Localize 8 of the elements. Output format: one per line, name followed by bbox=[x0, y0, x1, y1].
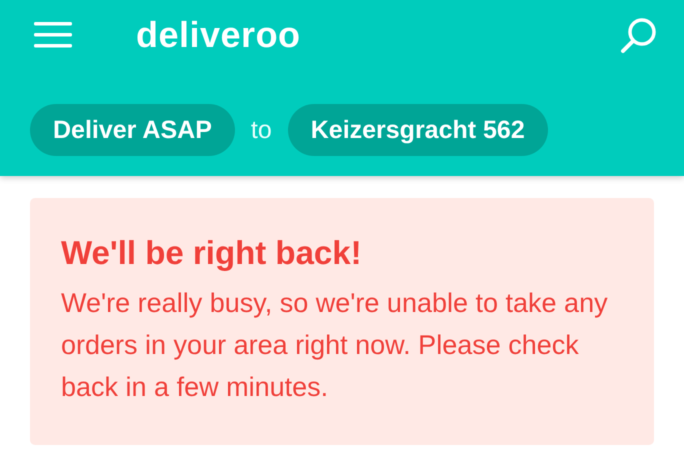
menu-icon[interactable] bbox=[34, 22, 72, 48]
logo[interactable]: deliveroo bbox=[136, 14, 301, 56]
address-button[interactable]: Keizersgracht 562 bbox=[288, 104, 548, 156]
search-icon[interactable] bbox=[620, 16, 658, 54]
notice-title: We'll be right back! bbox=[61, 234, 363, 272]
connector-text: to bbox=[250, 116, 272, 144]
notice-message: We're really busy, so we're unable to take any orders in your area right now. Please check back in a few minutes. bbox=[61, 287, 609, 404]
delivery-time-button[interactable]: Deliver ASAP bbox=[30, 104, 235, 156]
